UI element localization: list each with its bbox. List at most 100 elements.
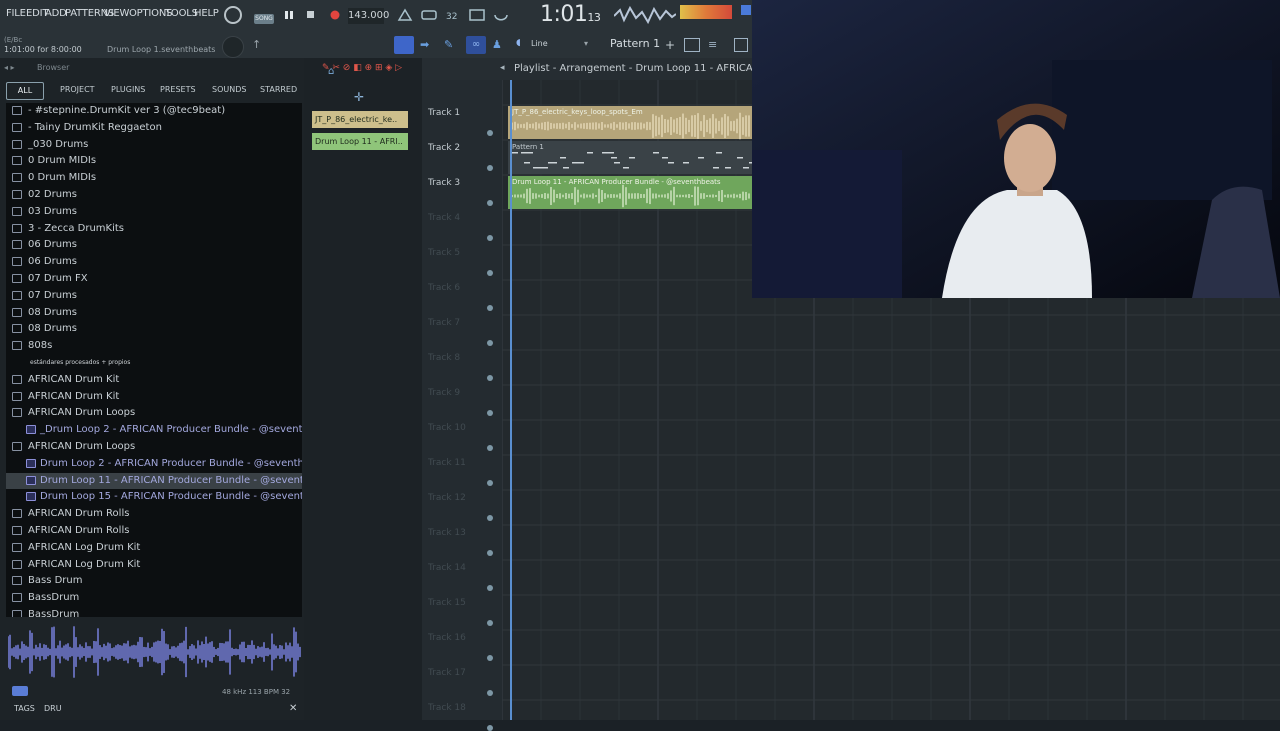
add-pattern-icon[interactable]: + [665,38,675,52]
track-label[interactable]: Track 15 [428,598,466,608]
resize-icon[interactable]: ✛ [354,90,364,104]
step-edit-button[interactable] [468,7,486,23]
menu-help[interactable]: HELP [194,8,219,19]
browser-item[interactable]: - Tainy DrumKit Reggaeton [6,120,302,136]
track-mute-dot[interactable] [487,235,493,241]
track-label[interactable]: Track 10 [428,423,466,433]
next-arrow-icon[interactable]: ➡ [420,38,429,51]
tab-all[interactable]: ALL [6,82,44,100]
pattern-selector[interactable]: Pattern 1 [610,37,662,53]
track-mute-dot[interactable] [487,550,493,556]
track-label[interactable]: Track 13 [428,528,466,538]
browser-item[interactable]: Bass Drum [6,573,302,589]
song-mode-button[interactable]: SONG [254,14,274,24]
track-mute-dot[interactable] [487,725,493,731]
track-mute-dot[interactable] [487,515,493,521]
loop-record-button[interactable] [492,7,510,23]
stamp-icon[interactable]: ♟ [492,38,502,51]
preview-play-icon[interactable] [12,686,28,696]
clip-source-item[interactable]: Drum Loop 11 - AFRI.. [312,133,408,150]
track-label[interactable]: Track 12 [428,493,466,503]
track-label[interactable]: Track 16 [428,633,466,643]
track-label[interactable]: Track 18 [428,703,466,713]
wait-input-button[interactable] [420,7,438,23]
browser-item[interactable]: - #stepnine.DrumKit ver 3 (@tec9beat) [6,103,302,119]
browser-item[interactable]: 07 Drums [6,288,302,304]
metronome-button[interactable] [396,7,414,23]
clip-source-item[interactable]: JT_P_86_electric_ke.. [312,111,408,128]
track-mute-dot[interactable] [487,270,493,276]
track-mute-dot[interactable] [487,305,493,311]
browser-item[interactable]: 08 Drums [6,321,302,337]
channel-rack-icon[interactable]: ≡ [708,38,717,51]
track-label[interactable]: Track 5 [428,248,460,258]
snap-select[interactable]: Line [531,39,548,48]
track-mute-dot[interactable] [487,340,493,346]
browser-item[interactable]: Drum Loop 15 - AFRICAN Producer Bundle -… [6,489,302,505]
browser-item[interactable]: estándares procesados + propios [6,355,302,371]
browser-item[interactable]: AFRICAN Drum Kit [6,389,302,405]
browser-item[interactable]: 06 Drums [6,254,302,270]
browser-item[interactable]: Drum Loop 11 - AFRICAN Producer Bundle -… [6,472,302,489]
playlist-view-button[interactable] [394,36,414,54]
browser-item[interactable]: 02 Drums [6,187,302,203]
track-label[interactable]: Track 9 [428,388,460,398]
browser-item[interactable]: 07 Drum FX [6,271,302,287]
track-mute-dot[interactable] [487,445,493,451]
browser-item[interactable]: BassDrum [6,590,302,606]
link-icon[interactable]: ∞ [466,36,486,54]
master-pitch-knob[interactable] [222,36,244,58]
tempo-display[interactable]: 143.000 [348,8,389,24]
mixer-icon[interactable] [684,38,700,52]
tab-plugins[interactable]: PLUGINS [111,82,145,98]
record-button[interactable] [326,7,344,23]
track-label[interactable]: Track 1 [428,108,460,118]
browser-item[interactable]: 06 Drums [6,237,302,253]
menu-file[interactable]: FILE [6,8,26,19]
snap-dropdown-icon[interactable]: ▾ [584,39,588,48]
playlist-tools[interactable]: ✎ ✂ ⊘ ◧ ⊕ ⊞ ◈ ▷ [322,63,402,73]
track-mute-dot[interactable] [487,130,493,136]
track-mute-dot[interactable] [487,585,493,591]
browser-item[interactable]: 03 Drums [6,204,302,220]
browser-item[interactable]: AFRICAN Drum Rolls [6,506,302,522]
track-label[interactable]: Track 2 [428,143,460,153]
piano-roll-icon[interactable] [734,38,748,52]
browser-item[interactable]: 3 - Zecca DrumKits [6,221,302,237]
tab-starred[interactable]: STARRED [260,82,297,98]
track-mute-dot[interactable] [487,690,493,696]
browser-item[interactable]: 0 Drum MIDIs [6,170,302,186]
menu-add[interactable]: ADD [45,8,67,19]
browser-item[interactable]: BassDrum [6,607,302,617]
close-icon[interactable]: ✕ [289,703,297,714]
track-label[interactable]: Track 6 [428,283,460,293]
track-mute-dot[interactable] [487,165,493,171]
pencil-icon[interactable]: ✎ [444,38,453,51]
track-mute-dot[interactable] [487,655,493,661]
tag-filter[interactable]: DRU [44,704,62,713]
menu-tools[interactable]: TOOLS [165,8,198,19]
track-label[interactable]: Track 3 [428,178,460,188]
browser-item[interactable]: AFRICAN Log Drum Kit [6,540,302,556]
browser-item[interactable]: AFRICAN Drum Loops [6,405,302,421]
countdown-button[interactable]: 32 [444,7,462,23]
track-label[interactable]: Track 14 [428,563,466,573]
play-button[interactable] [280,7,298,23]
track-label[interactable]: Track 4 [428,213,460,223]
track-mute-dot[interactable] [487,620,493,626]
browser-item[interactable]: _Drum Loop 2 - AFRICAN Producer Bundle -… [6,422,302,438]
browser-item[interactable]: AFRICAN Drum Kit [6,372,302,388]
browser-item[interactable]: Drum Loop 2 - AFRICAN Producer Bundle - … [6,456,302,472]
track-mute-dot[interactable] [487,375,493,381]
track-label[interactable]: Track 11 [428,458,466,468]
browser-item[interactable]: AFRICAN Drum Rolls [6,523,302,539]
browser-nav-icon[interactable]: ◂ ▸ [4,63,15,72]
browser-item[interactable]: _030 Drums [6,137,302,153]
track-mute-dot[interactable] [487,480,493,486]
stop-button[interactable] [302,7,320,23]
track-mute-dot[interactable] [487,410,493,416]
arrangement-arrow-icon[interactable]: ◂ [500,63,505,73]
tab-presets[interactable]: PRESETS [160,82,196,98]
tab-project[interactable]: PROJECT [60,82,95,98]
track-label[interactable]: Track 17 [428,668,466,678]
